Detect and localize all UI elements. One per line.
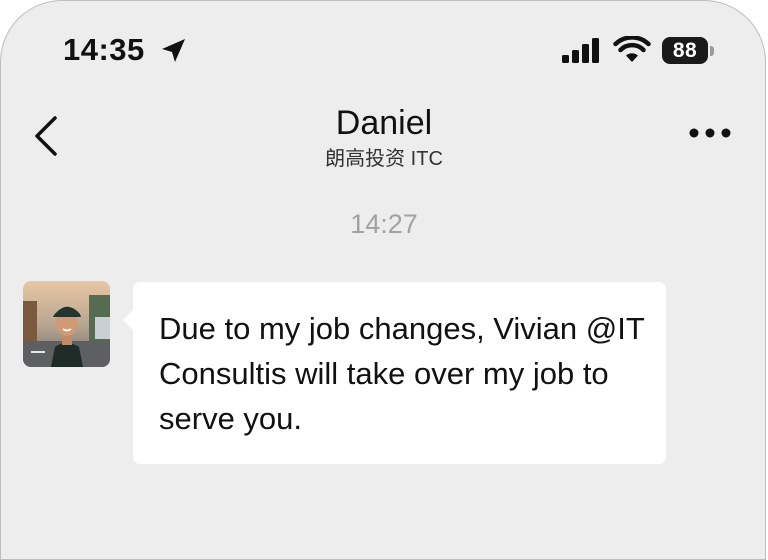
message-bubble[interactable]: Due to my job changes, Vivian @IT Consul… — [133, 282, 666, 464]
location-arrow-icon — [162, 39, 185, 62]
contact-name: Daniel — [335, 104, 433, 142]
phone-screen: 14:35 88 Daniel 朗高投资 ITC 14:27 Due to my… — [0, 0, 766, 560]
ellipsis-icon[interactable] — [689, 127, 731, 139]
status-time: 14:35 — [63, 32, 145, 67]
message-text: Due to my job changes, Vivian @IT Consul… — [159, 311, 645, 436]
cellular-signal-icon — [562, 38, 599, 63]
wifi-icon — [613, 36, 651, 62]
battery-cap — [710, 46, 714, 56]
battery-level: 88 — [662, 37, 708, 64]
user-photo-avatar — [23, 281, 110, 367]
message-timestamp: 14:27 — [350, 209, 418, 239]
battery-icon: 88 — [662, 37, 714, 64]
avatar[interactable] — [23, 281, 110, 367]
contact-company: 朗高投资 ITC — [325, 148, 443, 170]
